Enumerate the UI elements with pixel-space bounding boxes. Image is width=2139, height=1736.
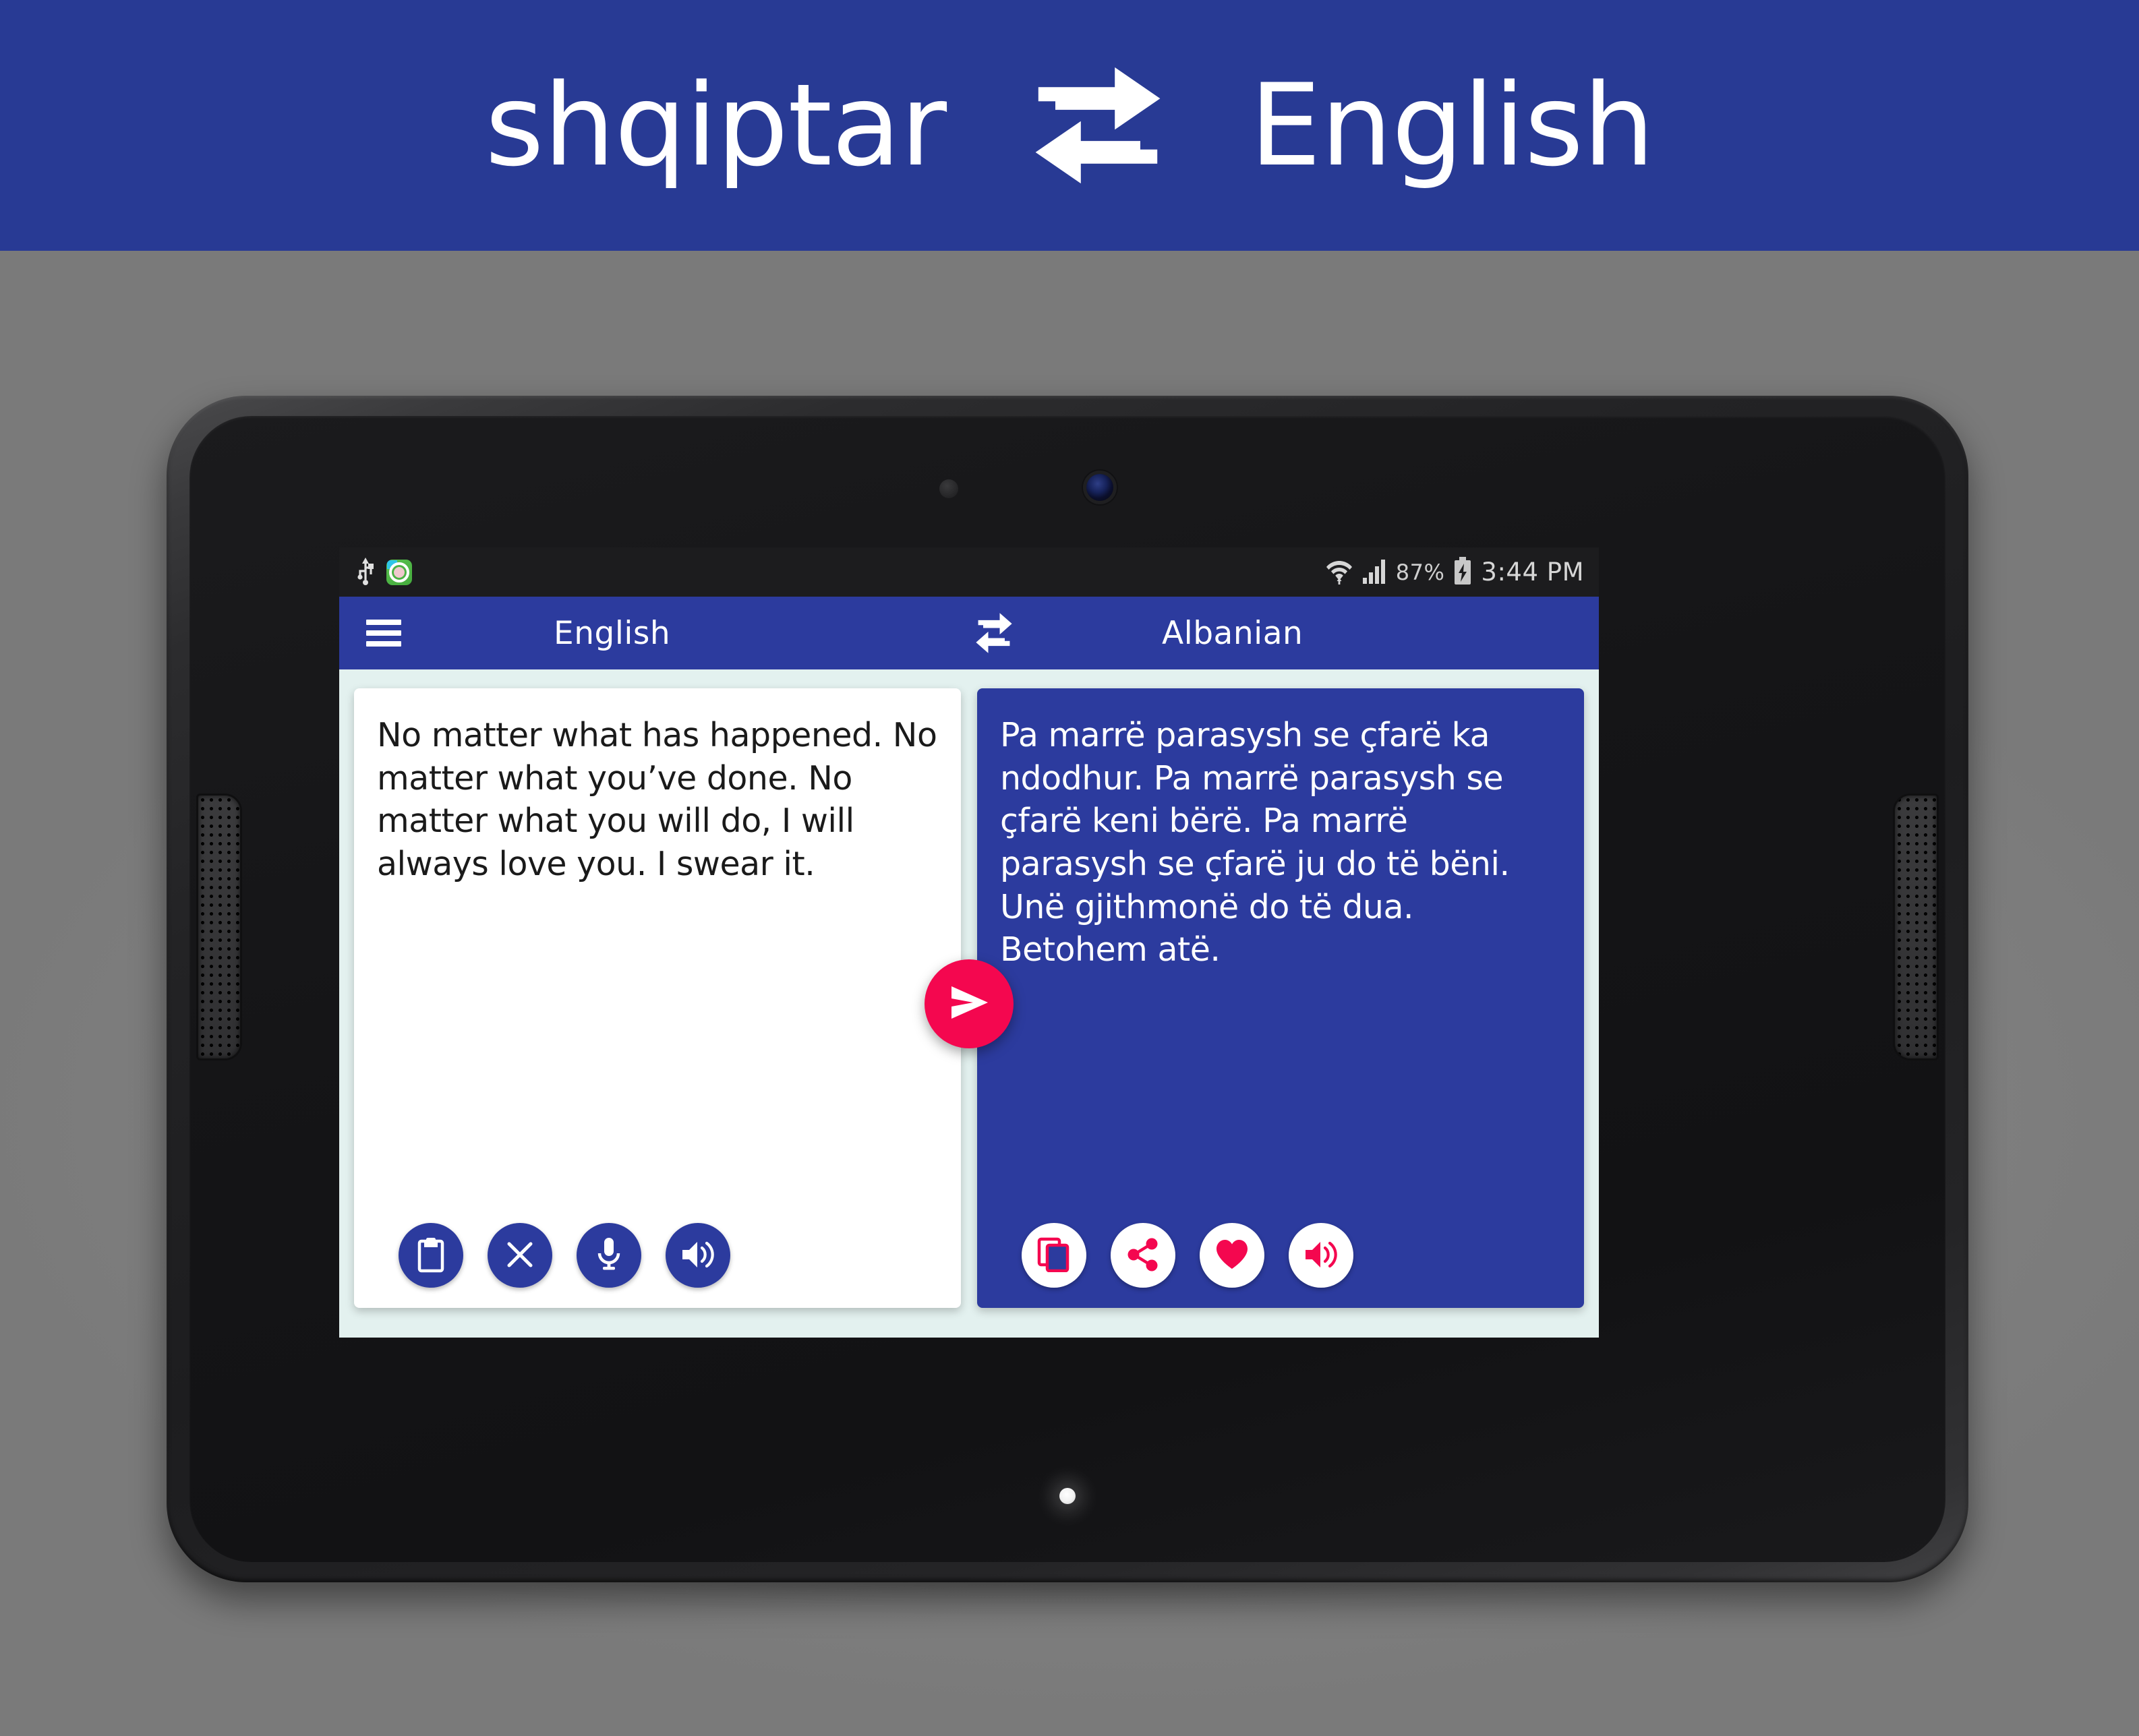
speaker-volume-icon	[1303, 1238, 1339, 1274]
voice-input-button[interactable]	[577, 1223, 641, 1288]
android-status-bar: 87% 3:44 PM	[339, 547, 1599, 597]
translator-content: No matter what has happened. No matter w…	[339, 669, 1599, 1338]
promo-target-language: English	[1250, 59, 1655, 191]
close-x-icon	[504, 1238, 536, 1273]
target-language-selector[interactable]: Albanian	[1162, 615, 1303, 652]
cellular-signal-icon	[1361, 558, 1387, 587]
share-button[interactable]	[1111, 1223, 1175, 1288]
speak-source-button[interactable]	[666, 1223, 730, 1288]
source-language-selector[interactable]: English	[554, 615, 670, 652]
copy-button[interactable]	[1022, 1223, 1086, 1288]
swap-arrows-icon	[1027, 61, 1169, 189]
speak-target-button[interactable]	[1289, 1223, 1353, 1288]
swap-languages-icon[interactable]	[973, 611, 1015, 655]
clear-button[interactable]	[488, 1223, 552, 1288]
front-camera-icon	[1086, 474, 1113, 501]
hamburger-menu-icon[interactable]	[366, 620, 401, 647]
copy-icon	[1037, 1237, 1071, 1274]
wifi-icon	[1326, 557, 1353, 588]
speaker-grille-right	[1893, 794, 1939, 1060]
status-bar-clock: 3:44 PM	[1481, 558, 1584, 587]
battery-percent-label: 87%	[1395, 559, 1445, 585]
source-actions	[377, 1223, 938, 1288]
tablet-screen: 87% 3:44 PM English Albanian No matter w…	[339, 547, 1599, 1338]
home-indicator-led	[1059, 1488, 1076, 1504]
target-text: Pa marrë parasysh se çfarë ka ndodhur. P…	[1000, 716, 1520, 969]
share-icon	[1126, 1237, 1160, 1274]
favorite-button[interactable]	[1200, 1223, 1264, 1288]
promo-source-language: shqiptar	[485, 59, 947, 191]
usb-icon	[357, 556, 374, 589]
app-notification-icon	[386, 559, 412, 585]
source-text-panel[interactable]: No matter what has happened. No matter w…	[354, 688, 961, 1308]
target-text-panel[interactable]: Pa marrë parasysh se çfarë ka ndodhur. P…	[977, 688, 1584, 1308]
send-arrow-icon	[946, 982, 992, 1025]
heart-icon	[1214, 1238, 1250, 1273]
translate-send-button[interactable]	[925, 959, 1014, 1048]
source-text[interactable]: No matter what has happened. No matter w…	[377, 714, 938, 1212]
proximity-sensor-icon	[939, 479, 958, 498]
clipboard-paste-icon	[415, 1236, 447, 1275]
speaker-grille-left	[196, 794, 242, 1060]
promo-banner: shqiptar English	[0, 0, 2139, 251]
tablet-bezel: 87% 3:44 PM English Albanian No matter w…	[189, 416, 1945, 1562]
microphone-icon	[594, 1236, 624, 1276]
target-actions	[1000, 1223, 1561, 1288]
app-toolbar: English Albanian	[339, 597, 1599, 669]
paste-button[interactable]	[399, 1223, 463, 1288]
tablet-device: 87% 3:44 PM English Albanian No matter w…	[167, 396, 1968, 1582]
speaker-volume-icon	[680, 1238, 716, 1274]
battery-charging-icon	[1453, 556, 1472, 589]
